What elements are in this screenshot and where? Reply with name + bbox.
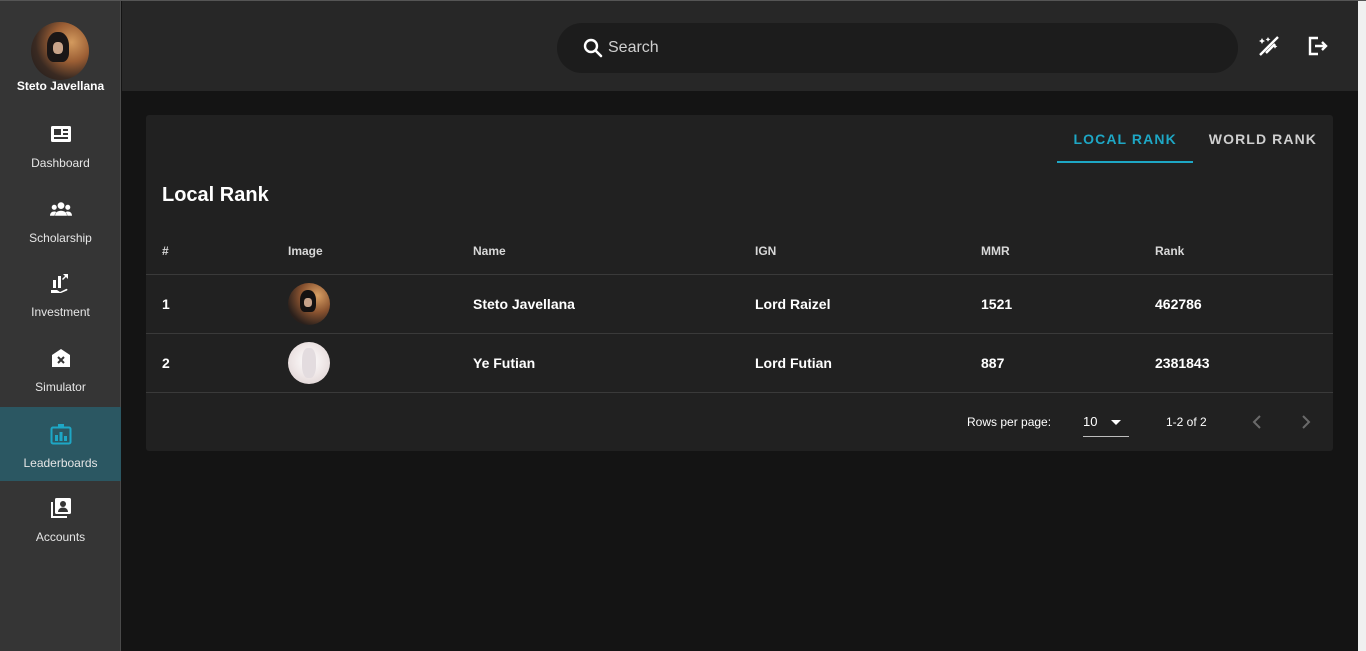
- table-row[interactable]: 1 Steto Javellana Lord Raizel 1521 46278…: [146, 274, 1333, 334]
- player-mmr: 887: [981, 333, 1155, 393]
- chevron-right-icon[interactable]: [1294, 410, 1318, 434]
- column-header[interactable]: MMR: [981, 228, 1155, 275]
- newspaper-icon: [50, 123, 72, 145]
- logout-icon[interactable]: [1305, 34, 1329, 58]
- sidebar-item-label: Leaderboards: [23, 456, 98, 470]
- tab-world-rank[interactable]: WORLD RANK: [1193, 115, 1333, 163]
- sidebar-item-label: Scholarship: [29, 231, 92, 245]
- page-title: Local Rank: [162, 184, 269, 206]
- player-ign: Lord Raizel: [755, 274, 981, 334]
- sidebar-item-label: Dashboard: [31, 156, 90, 170]
- sidebar-item-scholarship[interactable]: Scholarship: [0, 182, 121, 256]
- scrollbar-track[interactable]: [1358, 1, 1366, 651]
- tab-local-rank[interactable]: LOCAL RANK: [1057, 115, 1194, 163]
- rows-per-page-select[interactable]: 10: [1083, 411, 1129, 437]
- sidebar: Steto Javellana Dashboard Scholarship In…: [0, 1, 121, 651]
- player-rank: 462786: [1155, 274, 1333, 334]
- column-header[interactable]: IGN: [755, 228, 981, 275]
- player-avatar: [288, 282, 330, 325]
- search-input[interactable]: [608, 36, 1208, 60]
- chevron-left-icon[interactable]: [1245, 410, 1269, 434]
- leaderboard-table: # Image Name IGN MMR Rank 1 Steto Javell…: [146, 228, 1333, 393]
- sidebar-item-label: Simulator: [35, 380, 86, 394]
- account-box-icon: [50, 497, 72, 519]
- user-name: Steto Javellana: [16, 79, 105, 93]
- player-avatar: [288, 341, 330, 384]
- sidebar-item-label: Accounts: [35, 530, 86, 544]
- top-bar: [122, 1, 1358, 91]
- player-name: Steto Javellana: [473, 274, 755, 334]
- page-range: 1-2 of 2: [1166, 415, 1207, 429]
- search-bar[interactable]: [557, 23, 1238, 73]
- theme-toggle-icon[interactable]: [1257, 34, 1281, 58]
- table-pagination: Rows per page: 10 1-2 of 2: [146, 393, 1333, 451]
- rows-per-page-label: Rows per page:: [967, 415, 1052, 429]
- caret-down-icon: [1111, 420, 1121, 425]
- search-icon: [583, 38, 603, 63]
- people-group-icon: [50, 198, 72, 220]
- row-number: 2: [146, 333, 288, 393]
- rank-tabs: LOCAL RANK WORLD RANK: [1057, 115, 1333, 163]
- sidebar-item-dashboard[interactable]: Dashboard: [0, 107, 121, 181]
- sidebar-item-leaderboards[interactable]: Leaderboards: [0, 407, 121, 481]
- player-ign: Lord Futian: [755, 333, 981, 393]
- column-header[interactable]: Rank: [1155, 228, 1333, 275]
- chart-hand-icon: [50, 272, 72, 294]
- sidebar-item-investment[interactable]: Investment: [0, 256, 121, 330]
- sidebar-item-accounts[interactable]: Accounts: [0, 481, 121, 555]
- profile-section: Steto Javellana: [0, 1, 121, 107]
- leaderboard-card: LOCAL RANK WORLD RANK Local Rank # Image…: [146, 115, 1333, 451]
- row-number: 1: [146, 274, 288, 334]
- leaderboard-icon: [50, 423, 72, 445]
- table-row[interactable]: 2 Ye Futian Lord Futian 887 2381843: [146, 333, 1333, 393]
- column-header[interactable]: #: [146, 228, 288, 275]
- rows-per-page-value: 10: [1083, 414, 1098, 429]
- sidebar-item-simulator[interactable]: Simulator: [0, 331, 121, 405]
- player-mmr: 1521: [981, 274, 1155, 334]
- column-header[interactable]: Name: [473, 228, 755, 275]
- table-header-row: # Image Name IGN MMR Rank: [146, 228, 1333, 275]
- column-header[interactable]: Image: [288, 228, 473, 275]
- house-x-icon: [50, 347, 72, 369]
- player-name: Ye Futian: [473, 333, 755, 393]
- user-avatar[interactable]: [31, 22, 89, 80]
- sidebar-item-label: Investment: [31, 305, 90, 319]
- player-rank: 2381843: [1155, 333, 1333, 393]
